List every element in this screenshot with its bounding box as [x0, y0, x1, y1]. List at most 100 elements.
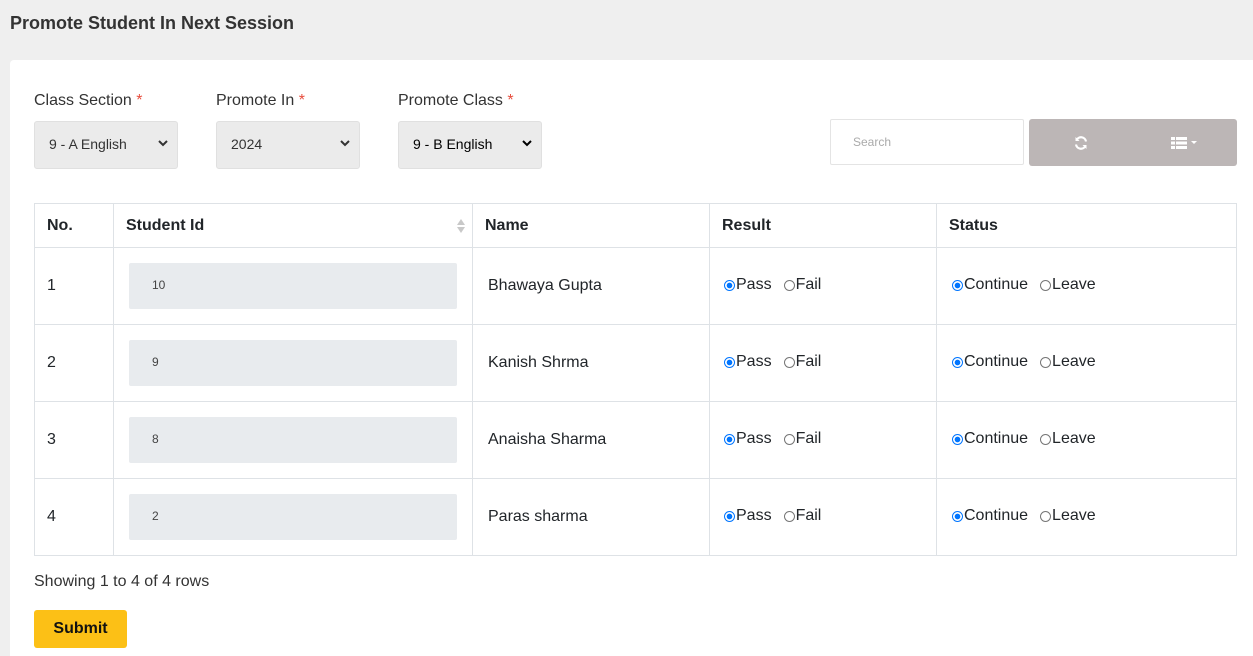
student-name-cell: Anaisha Sharma: [472, 401, 710, 479]
promote-in-field: Promote In * 2024: [216, 92, 360, 169]
pass-radio[interactable]: [724, 279, 735, 291]
status-continue-option[interactable]: Continue: [952, 276, 1028, 294]
status-continue-option[interactable]: Continue: [952, 430, 1028, 448]
result-cell: Pass Fail: [709, 478, 937, 556]
promote-class-value: 9 - B English: [413, 136, 493, 152]
student-id-cell: 9: [113, 324, 473, 402]
student-id-input[interactable]: 8: [129, 417, 457, 463]
pass-label: Pass: [736, 353, 772, 371]
result-pass-option[interactable]: Pass: [724, 353, 772, 371]
result-cell: Pass Fail: [709, 247, 937, 325]
row-number-text: 2: [47, 354, 56, 371]
chevron-down-icon: [158, 140, 168, 147]
status-leave-option[interactable]: Leave: [1040, 353, 1096, 371]
continue-label: Continue: [964, 430, 1029, 448]
row-number-text: 3: [47, 431, 56, 448]
status-leave-option[interactable]: Leave: [1040, 507, 1096, 525]
sort-icon: [457, 219, 465, 233]
student-id-cell: 8: [113, 401, 473, 479]
result-fail-option[interactable]: Fail: [783, 353, 821, 371]
leave-label: Leave: [1052, 430, 1096, 448]
result-fail-option[interactable]: Fail: [783, 507, 821, 525]
result-pass-option[interactable]: Pass: [724, 430, 772, 448]
class-section-label: Class Section *: [34, 92, 143, 109]
continue-radio[interactable]: [952, 279, 963, 291]
table-row: 2 9 Kanish Shrma Pass Fail Continue Leave: [34, 324, 1237, 402]
student-id-cell: 2: [113, 478, 473, 556]
table-row: 4 2 Paras sharma Pass Fail Continue Leave: [34, 478, 1237, 556]
class-section-field: Class Section * 9 - A English: [34, 92, 178, 169]
status-continue-option[interactable]: Continue: [952, 507, 1028, 525]
row-number: 4: [34, 478, 114, 556]
pass-radio[interactable]: [724, 433, 735, 445]
student-name-cell: Kanish Shrma: [472, 324, 710, 402]
status-cell: Continue Leave: [936, 401, 1237, 479]
result-pass-option[interactable]: Pass: [724, 507, 772, 525]
table-row: 3 8 Anaisha Sharma Pass Fail Continue Leave: [34, 401, 1237, 479]
header-name: Name: [472, 203, 710, 248]
student-id-value: 8: [152, 432, 159, 446]
row-number: 1: [34, 247, 114, 325]
student-id-value: 2: [152, 509, 159, 523]
status-leave-option[interactable]: Leave: [1040, 276, 1096, 294]
fail-label: Fail: [795, 276, 822, 294]
continue-radio[interactable]: [952, 433, 963, 445]
submit-button[interactable]: Submit: [34, 610, 127, 648]
leave-label: Leave: [1052, 507, 1096, 525]
fail-radio[interactable]: [783, 433, 795, 445]
fail-radio[interactable]: [783, 279, 795, 291]
status-continue-option[interactable]: Continue: [952, 353, 1028, 371]
promote-class-field: Promote Class * 9 - B English: [398, 92, 542, 169]
search-input[interactable]: Search: [830, 119, 1024, 165]
fail-radio[interactable]: [783, 356, 795, 368]
result-fail-option[interactable]: Fail: [783, 430, 821, 448]
result-fail-option[interactable]: Fail: [783, 276, 822, 294]
row-number: 2: [34, 324, 114, 402]
columns-list-icon: [1171, 136, 1197, 149]
promote-class-select[interactable]: 9 - B English: [398, 121, 542, 169]
chevron-down-icon: [522, 140, 532, 147]
row-number-text: 4: [47, 508, 56, 525]
leave-radio[interactable]: [1040, 279, 1052, 291]
search-placeholder: Search: [853, 135, 892, 149]
status-cell: Continue Leave: [936, 478, 1237, 556]
pass-label: Pass: [736, 430, 772, 448]
row-number-text: 1: [47, 277, 56, 294]
student-name-cell: Bhawaya Gupta: [472, 247, 710, 325]
header-result: Result: [709, 203, 937, 248]
continue-radio[interactable]: [952, 356, 963, 368]
class-section-select[interactable]: 9 - A English: [34, 121, 178, 169]
promote-class-label: Promote Class *: [398, 92, 514, 109]
student-id-input[interactable]: 9: [129, 340, 457, 386]
student-id-cell: 10: [113, 247, 473, 325]
pass-radio[interactable]: [724, 356, 735, 368]
pagination-info: Showing 1 to 4 of 4 rows: [34, 573, 210, 590]
leave-label: Leave: [1052, 353, 1096, 371]
promote-in-select[interactable]: 2024: [216, 121, 360, 169]
status-leave-option[interactable]: Leave: [1040, 430, 1096, 448]
toolbar-button-group: [1029, 119, 1237, 166]
fail-radio[interactable]: [783, 510, 795, 522]
result-pass-option[interactable]: Pass: [724, 276, 772, 294]
header-student-id[interactable]: Student Id: [113, 203, 473, 248]
student-id-value: 9: [152, 355, 159, 369]
student-id-input[interactable]: 2: [129, 494, 457, 540]
chevron-down-icon: [340, 140, 350, 147]
student-name: Bhawaya Gupta: [488, 277, 602, 294]
continue-radio[interactable]: [952, 510, 963, 522]
leave-radio[interactable]: [1040, 433, 1052, 445]
refresh-button[interactable]: [1029, 119, 1133, 166]
leave-radio[interactable]: [1040, 510, 1052, 522]
status-cell: Continue Leave: [936, 324, 1237, 402]
page-title: Promote Student In Next Session: [10, 13, 295, 33]
pass-radio[interactable]: [724, 510, 735, 522]
refresh-icon: [1074, 135, 1088, 150]
result-cell: Pass Fail: [709, 324, 937, 402]
table-row: 1 10 Bhawaya Gupta Pass Fail Continue Leave: [34, 247, 1237, 325]
student-id-input[interactable]: 10: [129, 263, 457, 309]
table-header-row: No. Student Id Name Result Status: [34, 203, 1237, 248]
student-name: Kanish Shrma: [488, 354, 589, 371]
leave-radio[interactable]: [1040, 356, 1052, 368]
promote-card: Class Section * 9 - A English Promote In…: [10, 60, 1253, 656]
columns-toggle-button[interactable]: [1133, 119, 1237, 166]
